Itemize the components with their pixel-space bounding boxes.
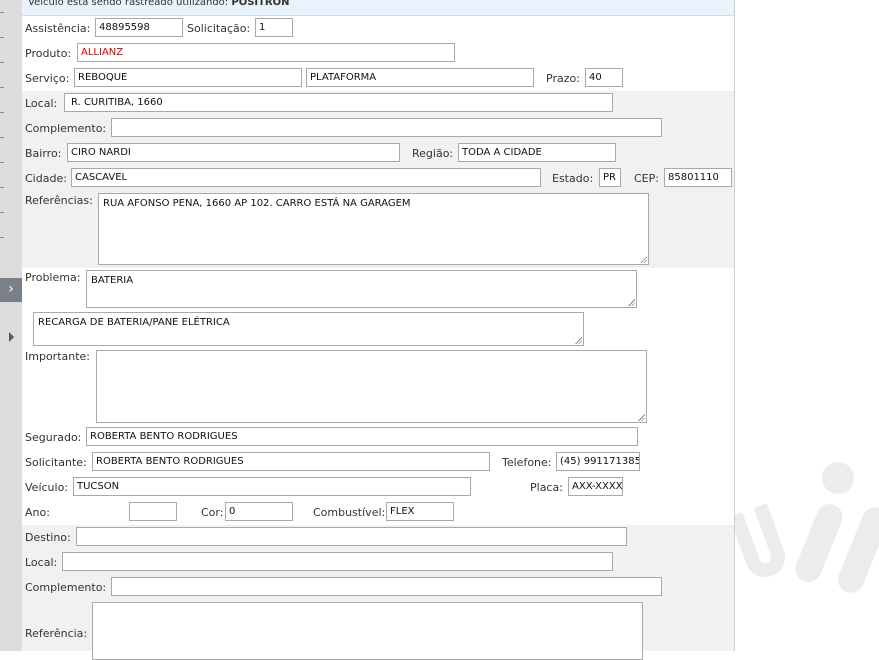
solicitacao-label: Solicitação:: [187, 22, 251, 35]
rail-tick: [0, 12, 4, 13]
cep-field[interactable]: 85801110: [664, 168, 732, 187]
problema-detalhe-textarea[interactable]: RECARGA DE BATERIA/PANE ELÉTRICA: [33, 312, 584, 346]
cidade-field[interactable]: CASCAVEL: [71, 168, 541, 187]
rail-tick: [0, 162, 4, 163]
problema-textarea[interactable]: BATERIA: [86, 270, 637, 308]
service-form: Veículo está sendo rastreado utilizando:…: [22, 0, 735, 660]
ano-label: Ano:: [25, 506, 50, 519]
assistencia-label: Assistência:: [25, 22, 91, 35]
local-label: Local:: [25, 97, 58, 110]
resize-grip-icon[interactable]: [638, 414, 645, 421]
servico-field[interactable]: REBOQUE: [74, 68, 302, 87]
problema-text: BATERIA: [91, 275, 134, 286]
referencias-label: Referências:: [25, 194, 93, 207]
cor-label: Cor:: [201, 506, 224, 519]
cor-field[interactable]: 0: [225, 502, 293, 521]
resize-grip-icon[interactable]: [575, 337, 582, 344]
cidade-label: Cidade:: [25, 172, 67, 185]
destino-field[interactable]: [76, 527, 627, 546]
rail-tick: [0, 187, 4, 188]
rail-tick: [0, 62, 4, 63]
cep-label: CEP:: [634, 172, 659, 185]
estado-label: Estado:: [552, 172, 594, 185]
regiao-label: Região:: [412, 147, 454, 160]
watermark-logo: [791, 500, 847, 586]
rail-tick: [0, 37, 4, 38]
complemento-field[interactable]: [111, 118, 662, 137]
referencias-textarea[interactable]: RUA AFONSO PENA, 1660 AP 102. CARRO ESTÁ…: [98, 193, 649, 265]
placa-label: Placa:: [530, 481, 563, 494]
combustivel-label: Combustível:: [313, 506, 386, 519]
rail-tick: [0, 237, 4, 238]
bairro-label: Bairro:: [25, 147, 62, 160]
destino-complemento-field[interactable]: [111, 577, 662, 596]
importante-label: Importante:: [25, 350, 91, 363]
servico-label: Serviço:: [25, 72, 70, 85]
sidebar-toggle-button[interactable]: ›: [0, 278, 22, 302]
telefone-field[interactable]: (45) 991171385: [556, 452, 640, 471]
veiculo-label: Veículo:: [25, 481, 69, 494]
solicitante-field[interactable]: ROBERTA BENTO RODRIGUES: [92, 452, 490, 471]
prazo-label: Prazo:: [546, 72, 580, 85]
destino-local-field[interactable]: [62, 552, 613, 571]
destino-referencia-label: Referência:: [25, 627, 88, 640]
tracking-notice: Veículo está sendo rastreado utilizando:…: [22, 0, 734, 16]
resize-grip-icon[interactable]: [640, 256, 647, 263]
rail-tick: [0, 137, 4, 138]
solicitante-label: Solicitante:: [25, 456, 87, 469]
left-sidebar-rail: ›: [0, 0, 23, 651]
assistencia-field[interactable]: 48895598: [95, 18, 183, 37]
complemento-label: Complemento:: [25, 122, 107, 135]
rail-tick: [0, 212, 4, 213]
produto-label: Produto:: [25, 47, 72, 60]
segurado-label: Segurado:: [25, 431, 82, 444]
rail-tick: [0, 112, 4, 113]
chevron-right-icon: ›: [8, 281, 14, 297]
servico-tipo-field[interactable]: PLATAFORMA: [306, 68, 534, 87]
combustivel-field[interactable]: FLEX: [386, 502, 454, 521]
local-field[interactable]: R. CURITIBA, 1660: [64, 93, 613, 112]
watermark-logo: [729, 503, 791, 583]
solicitacao-field[interactable]: 1: [255, 18, 293, 37]
problema-detalhe-text: RECARGA DE BATERIA/PANE ELÉTRICA: [38, 317, 230, 328]
rail-tick: [0, 87, 4, 88]
problema-label: Problema:: [25, 271, 81, 284]
destino-label: Destino:: [25, 531, 71, 544]
telefone-label: Telefone:: [502, 456, 552, 469]
placa-field[interactable]: AXX-XXXX: [568, 477, 623, 496]
bairro-field[interactable]: CIRO NARDI: [67, 143, 400, 162]
estado-field[interactable]: PR: [599, 168, 621, 187]
importante-textarea[interactable]: [96, 350, 647, 423]
triangle-right-icon[interactable]: [9, 332, 14, 342]
resize-grip-icon[interactable]: [628, 299, 635, 306]
prazo-field[interactable]: 40: [585, 68, 623, 87]
segurado-field[interactable]: ROBERTA BENTO RODRIGUES: [86, 427, 638, 446]
watermark-logo: [822, 462, 854, 494]
destino-referencia-textarea[interactable]: [92, 602, 643, 660]
regiao-field[interactable]: TODA A CIDADE: [458, 143, 616, 162]
destino-complemento-label: Complemento:: [25, 581, 107, 594]
referencias-text: RUA AFONSO PENA, 1660 AP 102. CARRO ESTÁ…: [103, 198, 411, 209]
veiculo-field[interactable]: TUCSON: [73, 477, 471, 496]
tracking-notice-text: Veículo está sendo rastreado utilizando:…: [28, 0, 290, 8]
destino-local-label: Local:: [25, 556, 58, 569]
ano-field[interactable]: [129, 502, 177, 521]
produto-field[interactable]: ALLIANZ: [77, 43, 455, 62]
